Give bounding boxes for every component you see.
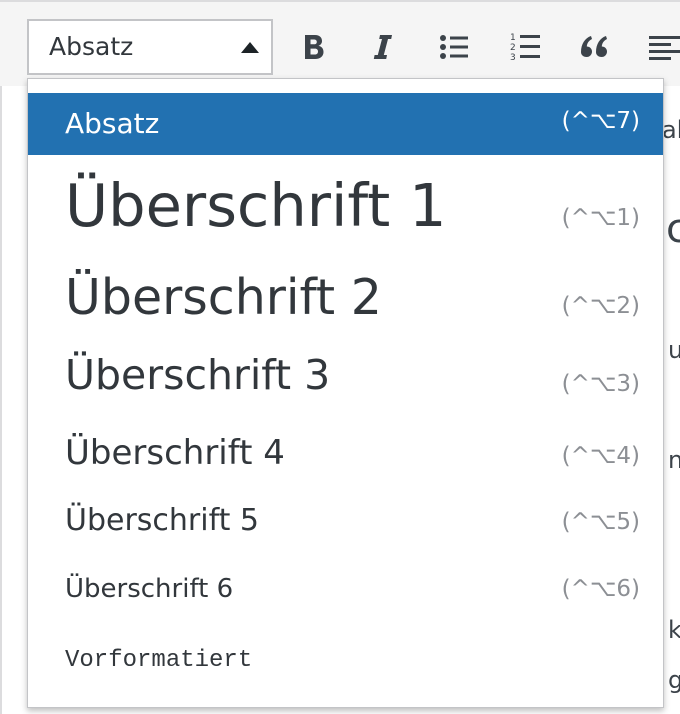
menu-item-ueberschrift-4[interactable]: Überschrift 4 (^⌥4) (28, 421, 663, 489)
blockquote-button[interactable] (575, 26, 615, 68)
editor-toolbar: Absatz 1 2 3 (0, 0, 680, 86)
menu-item-label: Überschrift 2 (65, 269, 382, 326)
menu-item-label: Überschrift 5 (65, 503, 260, 538)
format-dropdown-menu: Absatz (^⌥7) Überschrift 1 (^⌥1) Übersch… (27, 78, 664, 708)
menu-item-label: Überschrift 4 (65, 433, 285, 473)
menu-item-shortcut: (^⌥7) (561, 108, 640, 134)
menu-item-vorformatiert[interactable]: Vorformatiert (28, 625, 663, 697)
content-peek-1: ab (662, 116, 680, 144)
menu-item-ueberschrift-3[interactable]: Überschrift 3 (^⌥3) (28, 345, 663, 421)
triangle-up-icon (241, 42, 259, 53)
menu-item-label: Überschrift 6 (65, 574, 234, 604)
menu-item-absatz[interactable]: Absatz (^⌥7) (28, 93, 663, 155)
italic-button[interactable] (362, 26, 402, 68)
bold-icon (305, 35, 324, 59)
menu-item-label: Vorformatiert (65, 647, 253, 674)
bold-button[interactable] (294, 26, 334, 68)
menu-item-shortcut: (^⌥6) (561, 576, 640, 602)
menu-item-ueberschrift-6[interactable]: Überschrift 6 (^⌥6) (28, 557, 663, 625)
menu-item-shortcut: (^⌥2) (561, 293, 640, 319)
content-peek-3: u (668, 336, 680, 364)
format-select[interactable]: Absatz (27, 19, 273, 75)
format-select-value: Absatz (49, 32, 134, 61)
blockquote-icon (581, 36, 607, 57)
menu-item-label: Überschrift 1 (65, 171, 447, 240)
menu-item-shortcut: (^⌥1) (561, 205, 640, 231)
bullet-list-icon (440, 35, 468, 59)
bullet-list-button[interactable] (434, 26, 474, 68)
align-left-icon (649, 36, 680, 60)
content-peek-6: g (668, 666, 680, 694)
menu-item-label: Überschrift 3 (65, 351, 331, 399)
menu-item-shortcut: (^⌥5) (561, 509, 640, 535)
menu-item-ueberschrift-2[interactable]: Überschrift 2 (^⌥2) (28, 265, 663, 345)
numbered-list-icon: 1 2 3 (510, 33, 540, 63)
menu-item-ueberschrift-5[interactable]: Überschrift 5 (^⌥5) (28, 489, 663, 557)
menu-item-ueberschrift-1[interactable]: Überschrift 1 (^⌥1) (28, 155, 663, 265)
menu-item-shortcut: (^⌥4) (561, 443, 640, 469)
content-peek-5: k (668, 616, 680, 644)
numbered-list-button[interactable]: 1 2 3 (505, 26, 545, 68)
menu-item-shortcut: (^⌥3) (561, 371, 640, 397)
menu-item-label: Absatz (65, 107, 160, 140)
svg-text:3: 3 (510, 53, 516, 63)
svg-text:1: 1 (510, 33, 516, 43)
svg-text:2: 2 (510, 43, 516, 53)
content-peek-4: n (668, 446, 680, 474)
align-left-button[interactable] (645, 26, 680, 68)
content-peek-2: c (666, 206, 680, 252)
italic-icon (373, 35, 392, 59)
